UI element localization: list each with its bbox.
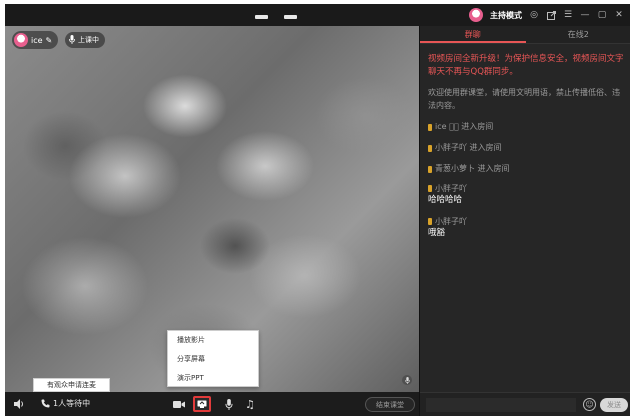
level-badge-icon — [428, 144, 432, 152]
drag-grip-right[interactable] — [284, 15, 297, 19]
welcome-message: 欢迎使用群课堂，请使用文明用语，禁止传播低俗、违法内容。 — [428, 88, 620, 110]
menu-item-play-video[interactable]: 播放影片 — [168, 331, 258, 350]
chat-input[interactable] — [426, 398, 576, 412]
music-icon[interactable]: ♫ — [245, 397, 255, 411]
system-message: ice ⃞⃞ 进入房间 — [428, 121, 626, 133]
speaker-icon[interactable] — [14, 397, 25, 411]
system-message: 青葱小萝卜 进入房间 — [428, 163, 626, 175]
level-badge-icon — [428, 165, 432, 173]
target-icon[interactable]: ◎ — [529, 10, 539, 20]
host-mode-label[interactable]: 主持模式 — [490, 10, 522, 21]
user-name: ice — [31, 35, 43, 45]
sender-name: 小胖子吖 — [435, 184, 467, 193]
class-status-chip[interactable]: 上课中 — [65, 32, 105, 48]
drag-grip-left[interactable] — [255, 15, 268, 19]
microphone-button-icon[interactable] — [225, 397, 233, 411]
user-avatar — [14, 33, 28, 47]
chat-log[interactable]: 视频房间全新升级！为保护信息安全，视频房间文字聊天不再与QQ群同步。 欢迎使用群… — [428, 53, 626, 239]
maximize-icon[interactable]: ▢ — [597, 10, 607, 20]
share-popup-menu: 播放影片 分享屏幕 演示PPT — [167, 330, 259, 387]
video-microphone-icon[interactable] — [402, 375, 412, 385]
message-sender[interactable]: 小胖子吖 — [428, 183, 626, 194]
panel-tabs: 群聊 在线2 — [420, 26, 630, 44]
system-message-text: ice ⃞⃞ 进入房间 — [435, 122, 494, 131]
share-icon[interactable] — [546, 10, 556, 20]
screen-icon — [197, 400, 207, 408]
system-message-text: 小胖子吖 进入房间 — [435, 143, 502, 152]
waiting-indicator[interactable]: 1人等待中 — [41, 398, 90, 409]
tab-online[interactable]: 在线2 — [526, 26, 631, 43]
menu-icon[interactable]: ☰ — [563, 10, 573, 20]
camera-icon[interactable] — [173, 397, 185, 411]
audience-request-tip[interactable]: 有观众申请连麦 — [33, 378, 110, 392]
minimize-icon[interactable]: — — [580, 10, 590, 20]
class-status-label: 上课中 — [78, 36, 99, 44]
pen-icon: ✎ — [45, 35, 53, 45]
system-message-text: 青葱小萝卜 进入房间 — [435, 164, 510, 173]
sender-name: 小胖子吖 — [435, 217, 467, 226]
level-badge-icon — [428, 218, 432, 225]
message-text: 哦豁 — [428, 228, 446, 238]
host-avatar[interactable] — [469, 8, 483, 22]
message-text: 哈哈哈哈 — [428, 195, 463, 205]
app-window: 主持模式 ◎ ☰ — ▢ ✕ ice ✎ 上课中 有观众申请连麦 播放影片 分享… — [5, 4, 630, 416]
tab-group-chat[interactable]: 群聊 — [420, 26, 526, 43]
menu-item-share-screen[interactable]: 分享屏幕 — [168, 350, 258, 369]
end-class-button[interactable]: 结束课堂 — [365, 397, 415, 412]
chat-panel: 群聊 在线2 视频房间全新升级！为保护信息安全，视频房间文字聊天不再与QQ群同步… — [419, 26, 630, 416]
message-sender[interactable]: 小胖子吖 — [428, 216, 626, 227]
title-bar: 主持模式 ◎ ☰ — ▢ ✕ — [5, 4, 630, 26]
user-chip[interactable]: ice ✎ — [12, 31, 59, 49]
menu-item-present-ppt[interactable]: 演示PPT — [168, 369, 258, 388]
bottom-toolbar: 1人等待中 ♫ 结束课堂 — [5, 392, 419, 416]
phone-icon — [41, 399, 50, 408]
security-notice: 视频房间全新升级！为保护信息安全，视频房间文字聊天不再与QQ群同步。 — [428, 54, 624, 77]
screen-share-button[interactable] — [193, 396, 211, 412]
waiting-text: 1人等待中 — [53, 399, 91, 408]
emoji-icon[interactable]: ☺ — [583, 398, 596, 411]
level-badge-icon — [428, 123, 432, 131]
microphone-icon — [69, 34, 75, 46]
chat-input-bar: ☺ 发送 — [420, 392, 630, 416]
send-button[interactable]: 发送 — [600, 398, 628, 412]
close-icon[interactable]: ✕ — [614, 10, 624, 20]
level-badge-icon — [428, 185, 432, 192]
system-message: 小胖子吖 进入房间 — [428, 142, 626, 154]
